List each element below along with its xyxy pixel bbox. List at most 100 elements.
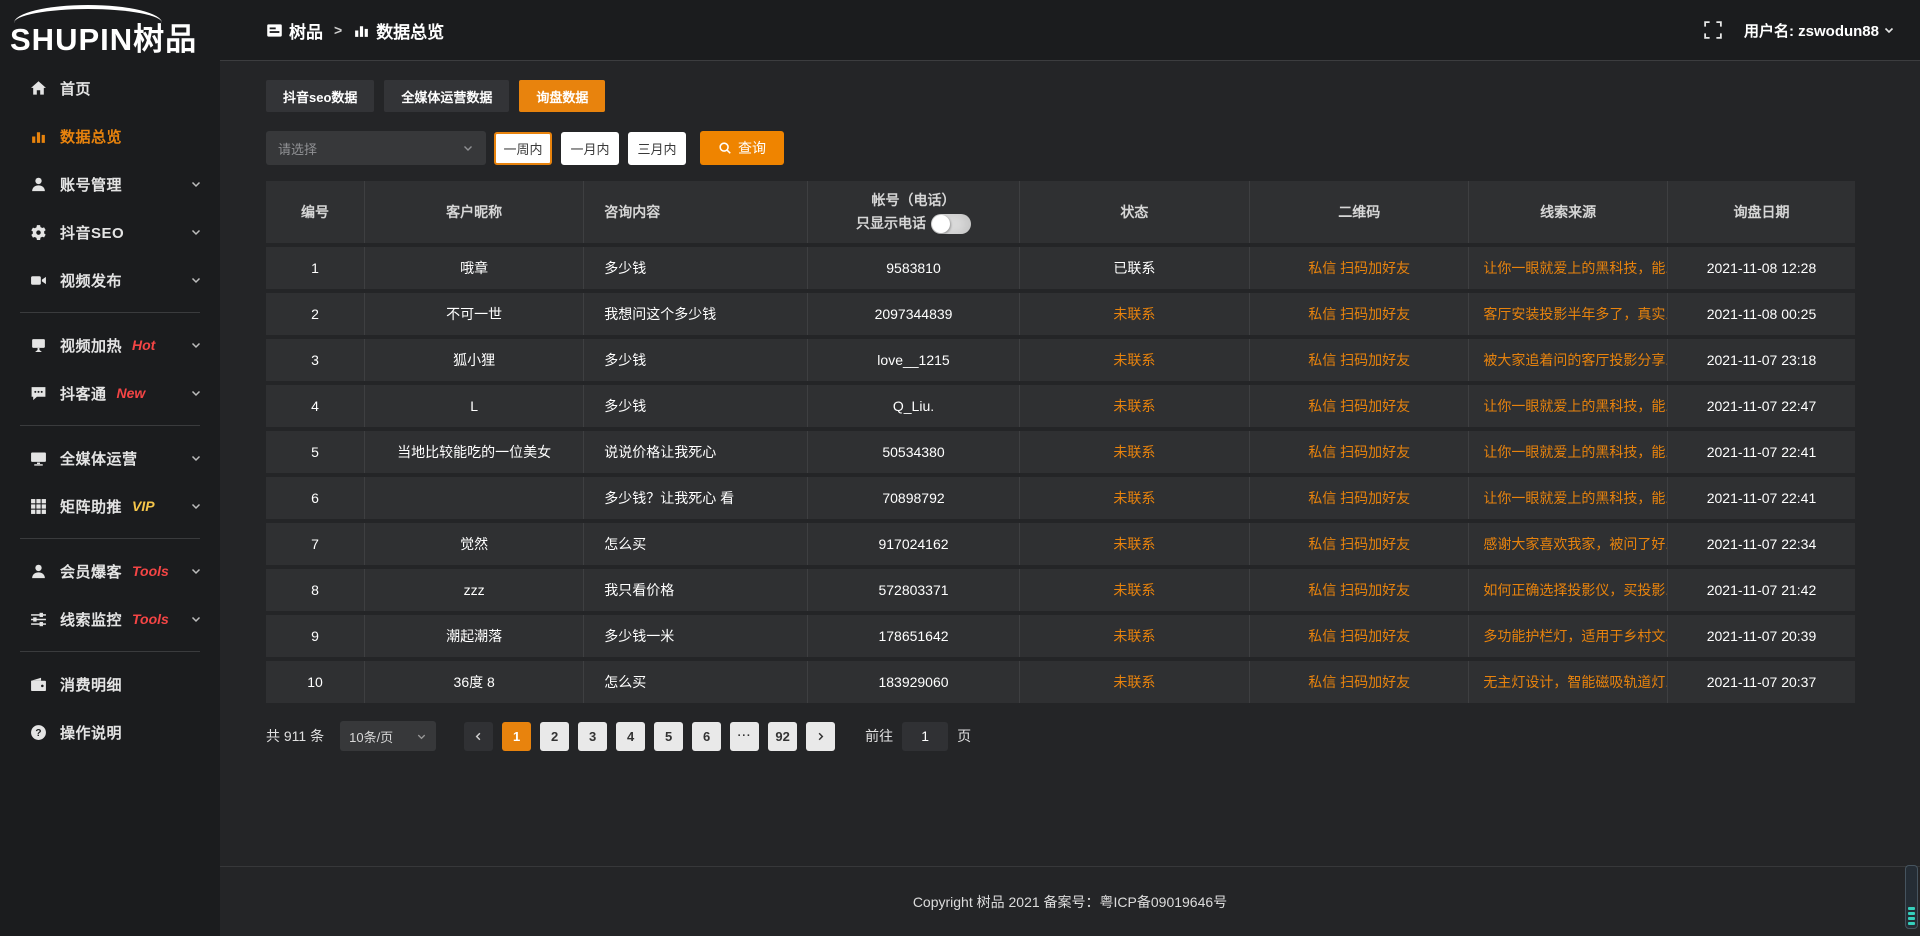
cell-content: 怎么买 [584,521,808,567]
cell-qrcode-link[interactable]: 私信 扫码加好友 [1250,337,1469,383]
cell-date: 2021-11-07 22:47 [1667,383,1855,429]
cell-qrcode-link[interactable]: 私信 扫码加好友 [1250,521,1469,567]
total-count: 共 911 条 [266,726,324,746]
cell-content: 说说价格让我死心 [584,429,808,475]
sidebar-item-doukotong[interactable]: 抖客通New [0,369,220,417]
cell-content: 我想问这个多少钱 [584,291,808,337]
widget-stripe [1908,907,1915,910]
grid-icon [30,498,47,515]
cell-qrcode-link[interactable]: 私信 扫码加好友 [1250,245,1469,291]
cell-date: 2021-11-08 12:28 [1667,245,1855,291]
search-button[interactable]: 查询 [700,131,784,165]
sidebar-item-consumption-detail[interactable]: 消费明细 [0,660,220,708]
fullscreen-icon[interactable] [1704,21,1722,39]
breadcrumb: 树品 > 数据总览 [266,18,444,43]
sidebar-item-account-management[interactable]: 账号管理 [0,160,220,208]
cell-id: 7 [266,521,365,567]
sidebar-item-label: 账号管理 [60,174,122,195]
cell-qrcode-link[interactable]: 私信 扫码加好友 [1250,383,1469,429]
page-button-3[interactable]: 3 [578,722,607,751]
col-source: 线索来源 [1469,181,1668,245]
cell-source-link[interactable]: 无主灯设计，智能磁吸轨道灯... [1469,659,1668,705]
cell-nickname: 不可一世 [365,291,584,337]
table-row: 3狐小狸多少钱love__1215未联系私信 扫码加好友被大家追着问的客厅投影分… [266,337,1855,383]
period-button-2[interactable]: 三月内 [628,132,686,165]
sidebar-item-data-overview[interactable]: 数据总览 [0,112,220,160]
cell-account: 178651642 [808,613,1019,659]
sidebar-item-label: 数据总览 [60,126,122,147]
sidebar-item-operation-guide[interactable]: ?操作说明 [0,708,220,756]
breadcrumb-item-home[interactable]: 树品 [266,18,323,43]
page-size-select[interactable]: 10条/页 [340,721,436,751]
cell-source-link[interactable]: 客厅安装投影半年多了，真实... [1469,291,1668,337]
cell-qrcode-link[interactable]: 私信 扫码加好友 [1250,659,1469,705]
scroll-widget[interactable] [1905,865,1918,929]
cell-qrcode-link[interactable]: 私信 扫码加好友 [1250,567,1469,613]
sidebar-item-video-heating[interactable]: 视频加热Hot [0,321,220,369]
phone-only-toggle[interactable] [931,214,971,234]
app-logo: SHUPIN树品 [0,0,220,60]
cell-qrcode-link[interactable]: 私信 扫码加好友 [1250,429,1469,475]
breadcrumb-item-current[interactable]: 数据总览 [353,18,444,43]
cell-date: 2021-11-08 00:25 [1667,291,1855,337]
sidebar-item-label: 抖客通 [60,383,107,404]
table-row: 1036度 8怎么买183929060未联系私信 扫码加好友无主灯设计，智能磁吸… [266,659,1855,705]
cell-source-link[interactable]: 如何正确选择投影仪，买投影... [1469,567,1668,613]
search-icon [718,141,732,155]
widget-stripe [1908,917,1915,920]
cell-id: 6 [266,475,365,521]
cell-source-link[interactable]: 多功能护栏灯，适用于乡村文... [1469,613,1668,659]
cell-status: 未联系 [1019,521,1249,567]
logo-text: SHUPIN树品 [10,14,197,59]
sidebar-item-member-burst[interactable]: 会员爆客 Tools [0,547,220,595]
cell-nickname: zzz [365,567,584,613]
cell-qrcode-link[interactable]: 私信 扫码加好友 [1250,291,1469,337]
phone-toggle-label: 只显示电话 [856,213,926,234]
period-button-0[interactable]: 一周内 [494,132,552,165]
sidebar-item-douyin-seo[interactable]: 抖音SEO [0,208,220,256]
toggle-knob [932,215,950,233]
chevron-down-icon [190,500,202,512]
cell-qrcode-link[interactable]: 私信 扫码加好友 [1250,475,1469,521]
chat-icon [30,385,47,402]
sidebar-item-matrix-boost[interactable]: 矩阵助推VIP [0,482,220,530]
sidebar-item-media-operation[interactable]: 全媒体运营 [0,434,220,482]
cell-source-link[interactable]: 感谢大家喜欢我家，被问了好... [1469,521,1668,567]
sliders-icon [30,611,47,628]
page-button-5[interactable]: 5 [654,722,683,751]
sidebar-item-label: 会员爆客 [60,561,122,582]
page-ellipsis[interactable]: ··· [730,722,759,751]
table-row: 4L多少钱Q_Liu.未联系私信 扫码加好友让你一眼就爱上的黑科技，能...20… [266,383,1855,429]
col-account: 帐号（电话） 只显示电话 [808,181,1019,245]
prev-page-button[interactable] [464,722,493,751]
tab-2[interactable]: 询盘数据 [519,80,605,112]
page-button-4[interactable]: 4 [616,722,645,751]
page-button-1[interactable]: 1 [502,722,531,751]
cell-source-link[interactable]: 让你一眼就爱上的黑科技，能... [1469,383,1668,429]
page-button-2[interactable]: 2 [540,722,569,751]
cell-qrcode-link[interactable]: 私信 扫码加好友 [1250,613,1469,659]
user-menu[interactable]: 用户名: zswodun88 [1744,20,1895,41]
video-icon [30,272,47,289]
tab-1[interactable]: 全媒体运营数据 [384,80,509,112]
sidebar-item-lead-monitor[interactable]: 线索监控Tools [0,595,220,643]
cell-source-link[interactable]: 让你一眼就爱上的黑科技，能... [1469,475,1668,521]
page-button-92[interactable]: 92 [768,722,797,751]
filter-select[interactable]: 请选择 [266,131,486,165]
period-button-1[interactable]: 一月内 [561,132,619,165]
cell-source-link[interactable]: 被大家追着问的客厅投影分享... [1469,337,1668,383]
next-page-button[interactable] [806,722,835,751]
table-row: 2不可一世我想问这个多少钱2097344839未联系私信 扫码加好友客厅安装投影… [266,291,1855,337]
username-label: 用户名: zswodun88 [1744,20,1879,41]
page-button-6[interactable]: 6 [692,722,721,751]
sidebar-item-home[interactable]: 首页 [0,64,220,112]
sidebar-badge: Tools [132,563,169,579]
sidebar-divider [20,425,200,426]
sidebar-item-video-publish[interactable]: 视频发布 [0,256,220,304]
cell-date: 2021-11-07 20:37 [1667,659,1855,705]
tab-0[interactable]: 抖音seo数据 [266,80,374,112]
goto-page-input[interactable] [902,722,948,751]
cell-source-link[interactable]: 让你一眼就爱上的黑科技，能... [1469,245,1668,291]
cell-source-link[interactable]: 让你一眼就爱上的黑科技，能... [1469,429,1668,475]
sidebar-item-label: 首页 [60,78,91,99]
